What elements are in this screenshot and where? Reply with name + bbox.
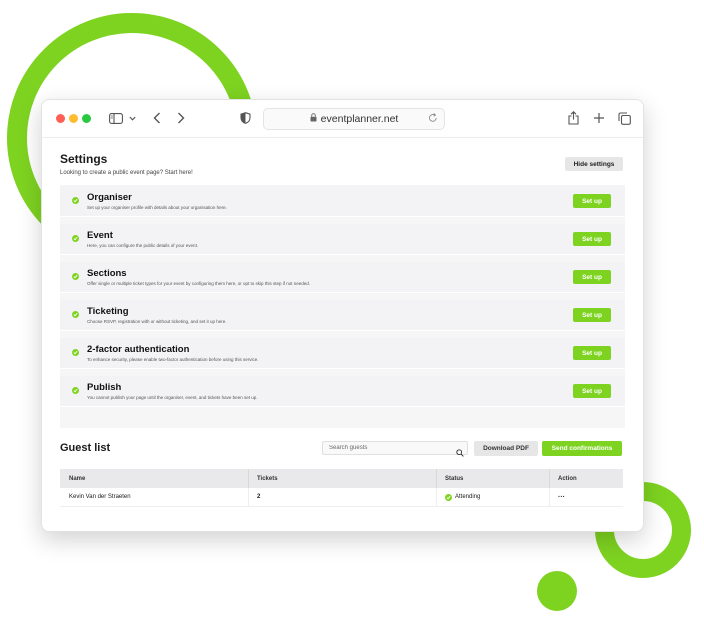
step-organiser: Organiser Set up your organiser profile … [60,186,625,217]
guest-status-label: Attending [455,494,481,500]
tab-overview-icon[interactable] [618,109,631,127]
new-tab-plus-icon[interactable] [593,109,605,127]
browser-toolbar: eventplanner.net [42,100,643,138]
browser-window: eventplanner.net Settings Looking to cre… [41,99,644,532]
step-name: 2-factor authentication [87,344,190,355]
step-event: Event Here, you can configure the public… [60,224,625,255]
column-header-action[interactable]: Action [558,469,577,488]
share-icon[interactable] [568,109,579,127]
settings-subtitle: Looking to create a public event page? S… [60,170,193,176]
reload-icon[interactable] [428,112,438,126]
search-guests-input[interactable] [322,441,468,455]
setup-button-ticketing[interactable]: Set up [573,308,611,322]
check-icon [445,493,452,501]
step-description: To enhance security, please enable two-f… [87,357,259,362]
shield-icon[interactable] [240,109,251,127]
step-name: Ticketing [87,306,129,317]
step-ticketing: Ticketing Choose RSVP, registration with… [60,300,625,331]
step-description: Here, you can configure the public detai… [87,243,199,248]
check-icon [72,197,79,204]
step-name: Organiser [87,192,132,203]
setup-button-organiser[interactable]: Set up [573,194,611,208]
column-header-tickets[interactable]: Tickets [257,469,278,488]
url-text: eventplanner.net [320,113,399,125]
check-icon [72,311,79,318]
guest-status: Attending [445,488,480,506]
forward-arrow-icon[interactable] [177,109,185,127]
page-content: Settings Looking to create a public even… [42,138,643,531]
column-header-name[interactable]: Name [69,469,85,488]
settings-title: Settings [60,152,108,166]
back-arrow-icon[interactable] [153,109,161,127]
guest-name: Kevin Van der Straeten [69,494,131,500]
check-icon [72,235,79,242]
guest-tickets: 2 [257,494,261,500]
check-icon [72,349,79,356]
setup-button-2fa[interactable]: Set up [573,346,611,360]
step-description: You cannot publish your page until the o… [87,395,258,400]
table-header: Name Tickets Status Action [60,469,623,488]
step-name: Publish [87,382,122,393]
lock-icon [310,113,317,125]
close-window-button[interactable] [56,114,65,123]
check-icon [72,387,79,394]
hide-settings-button[interactable]: Hide settings [565,157,623,171]
step-name: Event [87,230,113,241]
guest-list-title: Guest list [60,442,111,454]
decorative-dot [537,571,577,611]
address-bar[interactable]: eventplanner.net [263,108,445,130]
chevron-down-icon[interactable] [129,109,136,127]
send-confirmations-button[interactable]: Send confirmations [542,441,622,456]
step-name: Sections [87,268,127,279]
download-pdf-button[interactable]: Download PDF [474,441,538,456]
step-publish: Publish You cannot publish your page unt… [60,376,625,407]
step-description: Set up your organiser profile with detai… [87,205,227,210]
table-row[interactable]: Kevin Van der Straeten 2 Attending ··· [60,488,623,507]
maximize-window-button[interactable] [82,114,91,123]
step-sections: Sections Offer single or multiple ticket… [60,262,625,293]
sidebar-icon[interactable] [109,109,123,127]
setup-button-sections[interactable]: Set up [573,270,611,284]
row-action-menu-button[interactable]: ··· [558,488,565,506]
step-2fa: 2-factor authentication To enhance secur… [60,338,625,369]
column-header-status[interactable]: Status [445,469,463,488]
step-description: Offer single or multiple ticket types fo… [87,281,311,286]
step-description: Choose RSVP, registration with or withou… [87,319,227,324]
minimize-window-button[interactable] [69,114,78,123]
setup-button-publish[interactable]: Set up [573,384,611,398]
search-icon[interactable] [456,444,464,462]
check-icon [72,273,79,280]
setup-button-event[interactable]: Set up [573,232,611,246]
